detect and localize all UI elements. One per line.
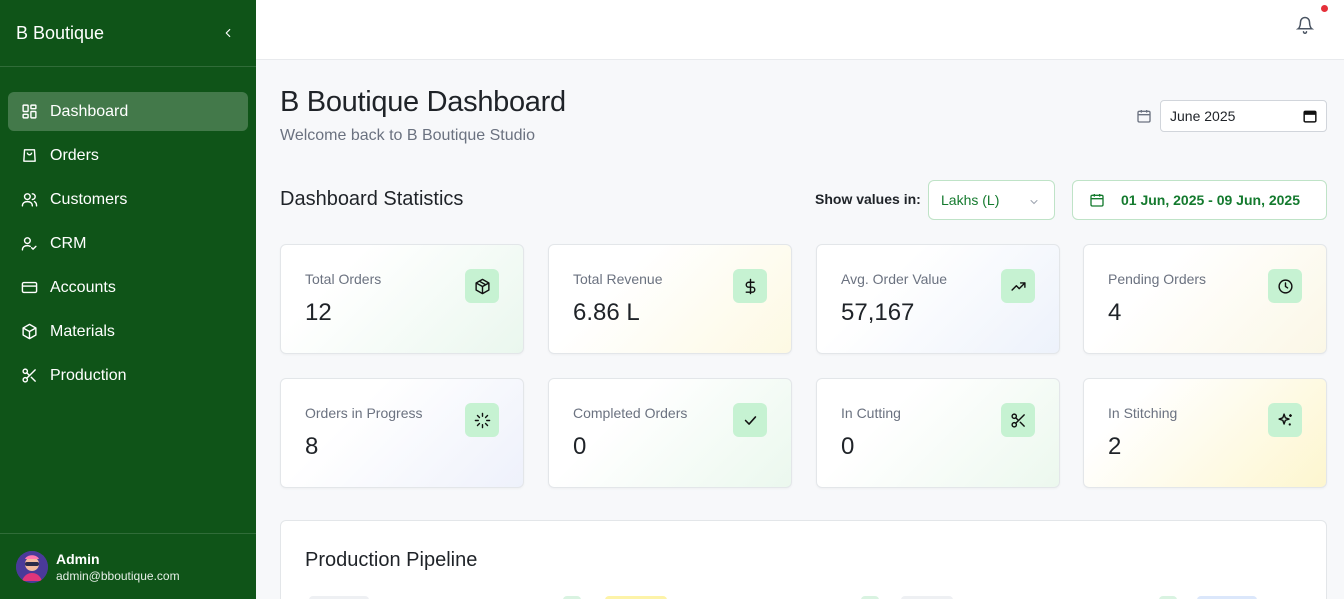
- package-icon: [20, 323, 38, 341]
- user-email: admin@bboutique.com: [56, 568, 180, 583]
- sidebar-item-label: Dashboard: [50, 102, 129, 120]
- stat-card-in-cutting: In Cutting 0: [816, 378, 1060, 488]
- month-value: June 2025: [1170, 108, 1236, 124]
- unit-select[interactable]: Lakhs (L): [928, 180, 1055, 220]
- sidebar: B Boutique Dashboard Orders Customers CR…: [0, 0, 256, 599]
- sidebar-item-materials[interactable]: Materials: [8, 312, 248, 351]
- sidebar-item-crm[interactable]: CRM: [8, 224, 248, 263]
- notification-dot: [1321, 5, 1328, 12]
- stat-value: 57,167: [841, 299, 915, 326]
- avatar: [16, 550, 48, 583]
- brand-name: B Boutique: [16, 22, 105, 43]
- loader-icon: [465, 403, 499, 437]
- page-title: B Boutique Dashboard: [280, 86, 566, 118]
- grid-icon: [20, 103, 38, 121]
- stat-label: Pending Orders: [1108, 271, 1207, 287]
- chevron-left-icon: [225, 28, 231, 38]
- sidebar-item-accounts[interactable]: Accounts: [8, 268, 248, 307]
- stat-card-completed-orders: Completed Orders 0: [548, 378, 792, 488]
- main-content: B Boutique Dashboard Welcome back to B B…: [256, 60, 1344, 599]
- sidebar-item-production[interactable]: Production: [8, 356, 248, 395]
- collapse-sidebar-button[interactable]: [216, 21, 240, 45]
- credit-card-icon: [20, 279, 38, 297]
- stat-value: 0: [841, 433, 855, 460]
- scissors-icon: [1001, 403, 1035, 437]
- shopping-bag-icon: [20, 147, 38, 165]
- unit-value: Lakhs (L): [941, 192, 1000, 208]
- stat-label: Orders in Progress: [305, 405, 423, 421]
- stat-label: Avg. Order Value: [841, 271, 948, 287]
- date-range-button[interactable]: 01 Jun, 2025 - 09 Jun, 2025: [1072, 180, 1327, 220]
- sidebar-item-customers[interactable]: Customers: [8, 180, 248, 219]
- top-bar: [256, 0, 1344, 60]
- stat-card-avg-order-value: Avg. Order Value 57,167: [816, 244, 1060, 354]
- stat-card-in-stitching: In Stitching 2: [1083, 378, 1327, 488]
- page-subtitle: Welcome back to B Boutique Studio: [280, 127, 535, 144]
- trending-up-icon: [1001, 269, 1035, 303]
- stat-value: 6.86 L: [573, 299, 640, 326]
- section-title: Dashboard Statistics: [280, 188, 464, 210]
- sidebar-item-orders[interactable]: Orders: [8, 136, 248, 175]
- sparkles-icon: [1268, 403, 1302, 437]
- sidebar-item-label: Accounts: [50, 278, 116, 296]
- stat-label: In Cutting: [841, 405, 901, 421]
- user-name: Admin: [56, 550, 100, 567]
- stat-card-total-revenue: Total Revenue 6.86 L: [548, 244, 792, 354]
- date-range-value: 01 Jun, 2025 - 09 Jun, 2025: [1121, 192, 1300, 208]
- stat-label: Completed Orders: [573, 405, 688, 421]
- stat-label: Total Orders: [305, 271, 382, 287]
- month-picker[interactable]: June 2025: [1160, 100, 1327, 132]
- stat-card-total-orders: Total Orders 12: [280, 244, 524, 354]
- sidebar-header: B Boutique: [0, 0, 256, 67]
- stat-value: 12: [305, 299, 332, 326]
- stat-value: 0: [573, 433, 587, 460]
- sidebar-item-label: CRM: [50, 234, 87, 252]
- notifications-button[interactable]: [1295, 16, 1316, 36]
- sidebar-item-label: Production: [50, 366, 127, 384]
- chevron-down-icon: [1028, 195, 1040, 207]
- sidebar-item-label: Materials: [50, 322, 115, 340]
- pipeline-title: Production Pipeline: [305, 549, 478, 571]
- stat-value: 4: [1108, 299, 1122, 326]
- user-check-icon: [20, 235, 38, 253]
- users-icon: [20, 191, 38, 209]
- check-icon: [733, 403, 767, 437]
- bell-icon: [1295, 16, 1315, 34]
- dollar-icon: [733, 269, 767, 303]
- stat-label: Total Revenue: [573, 271, 663, 287]
- stat-value: 2: [1108, 433, 1122, 460]
- sidebar-item-dashboard[interactable]: Dashboard: [8, 92, 248, 131]
- sidebar-item-label: Customers: [50, 190, 128, 208]
- stat-card-pending-orders: Pending Orders 4: [1083, 244, 1327, 354]
- calendar-picker-icon[interactable]: [1303, 109, 1317, 123]
- stat-label: In Stitching: [1108, 405, 1178, 421]
- calendar-icon: [1136, 108, 1152, 124]
- sidebar-nav: Dashboard Orders Customers CRM Accounts …: [0, 67, 256, 395]
- stat-card-orders-in-progress: Orders in Progress 8: [280, 378, 524, 488]
- sidebar-item-label: Orders: [50, 146, 99, 164]
- stat-value: 8: [305, 433, 319, 460]
- scissors-icon: [20, 367, 38, 385]
- calendar-icon: [1089, 192, 1105, 208]
- user-profile[interactable]: Admin admin@bboutique.com: [0, 533, 256, 599]
- box-icon: [465, 269, 499, 303]
- clock-icon: [1268, 269, 1302, 303]
- show-values-label: Show values in:: [815, 191, 921, 207]
- production-pipeline-panel: Production Pipeline: [280, 520, 1327, 599]
